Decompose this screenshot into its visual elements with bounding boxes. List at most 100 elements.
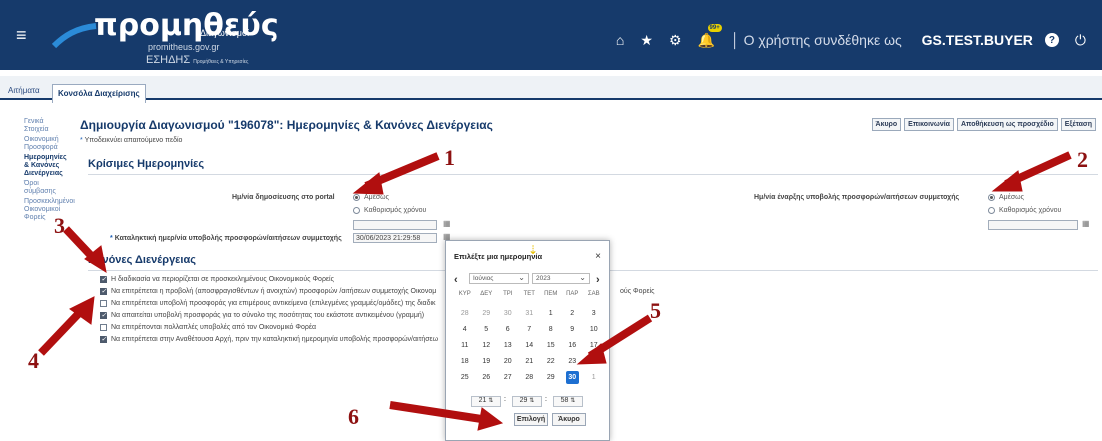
publish-now-option[interactable]: Αμέσως (353, 194, 389, 201)
calendar-day[interactable]: 18 (454, 355, 476, 371)
calendar-day[interactable]: 7 (519, 323, 541, 339)
calendar-day[interactable]: 2 (562, 307, 584, 323)
calendar-day[interactable]: 20 (497, 355, 519, 371)
communication-button[interactable]: Επικοινωνία (904, 118, 954, 131)
tab-requests[interactable]: Αιτήματα (8, 86, 40, 95)
tab-admin-console[interactable]: Κονσόλα Διαχείρισης (52, 84, 146, 103)
brand-logo[interactable]: προμηθεύς (94, 8, 279, 43)
rule-checkbox-1[interactable]: ✓ (100, 276, 107, 283)
publish-set-radio[interactable] (353, 207, 360, 214)
rule-overflow-text: ούς Φορείς (620, 288, 655, 295)
date-picker-dialog: ⇣ Επιλέξτε μια ημερομηνία × ‹ Ιούνιος 20… (445, 240, 610, 441)
user-name: GS.TEST.BUYER (921, 32, 1033, 48)
calendar-day[interactable]: 27 (497, 371, 519, 387)
second-spinner[interactable]: 58 (553, 396, 583, 407)
arrow-4-head (69, 296, 95, 325)
calendar-day[interactable]: 30 (565, 371, 579, 384)
hamburger-icon[interactable]: ≡ (16, 26, 27, 44)
weekday-label: ΣΑΒ (587, 291, 600, 297)
gear-icon[interactable]: ⚙ (669, 32, 682, 49)
calendar-day[interactable]: 17 (583, 339, 605, 355)
calendar-day[interactable]: 26 (476, 371, 498, 387)
next-month-icon[interactable]: › (596, 274, 600, 286)
weekday-header: ΚΥΡ ΔΕΥ ΤΡΙ ΤΕΤ ΠΕΜ ΠΑΡ ΣΑΒ (454, 291, 606, 297)
site-url: promitheus.gov.gr (148, 42, 220, 52)
previous-month-icon[interactable]: ‹ (454, 274, 458, 286)
callout-6: 6 (348, 404, 359, 429)
cancel-button[interactable]: Άκυρο (871, 118, 902, 131)
calendar-day[interactable]: 8 (540, 323, 562, 339)
calendar-day[interactable]: 3 (583, 307, 605, 323)
publish-date-label: Ημ/νία δημοσίευσης στο portal (232, 194, 335, 201)
calendar-day[interactable]: 14 (519, 339, 541, 355)
sidebar-item-dates-rules[interactable]: Ημερομηνίες & Κανόνες Διενέργειας (24, 154, 68, 178)
calendar-day[interactable]: 4 (454, 323, 476, 339)
rule-checkbox-4[interactable]: ✓ (100, 312, 107, 319)
calendar-day[interactable]: 11 (454, 339, 476, 355)
calendar-day[interactable]: 23 (562, 355, 584, 371)
save-draft-button[interactable]: Αποθήκευση ως προσχέδιο (956, 118, 1058, 131)
rule-text-6: Να επιτρέπεται στην Αναθέτουσα Αρχή, πρι… (111, 336, 439, 343)
close-icon[interactable]: × (595, 251, 601, 262)
calendar-day[interactable]: 31 (519, 307, 541, 323)
calendar-day[interactable]: 13 (497, 339, 519, 355)
cancel-date-button[interactable]: Άκυρο (552, 413, 586, 426)
calendar-day[interactable]: 9 (562, 323, 584, 339)
callout-4: 4 (28, 348, 39, 373)
required-star-icon: * (80, 137, 83, 144)
home-icon[interactable]: ⌂ (616, 32, 624, 48)
publish-set-option[interactable]: Καθορισμός χρόνου (353, 207, 426, 214)
calendar-day[interactable]: 12 (476, 339, 498, 355)
calendar-day[interactable]: 15 (540, 339, 562, 355)
rule-checkbox-6[interactable]: ✓ (100, 336, 107, 343)
time-colon: : (504, 396, 506, 403)
arrow-1-head (352, 172, 384, 195)
hour-spinner[interactable]: 21 (471, 396, 501, 407)
minute-spinner[interactable]: 29 (512, 396, 542, 407)
start-date-input[interactable] (988, 220, 1078, 230)
calendar-day[interactable]: 28 (519, 371, 541, 387)
calendar-day[interactable]: 5 (476, 323, 498, 339)
header-icons: ⌂ ★ ⚙ 🔔 99+ │ Ο χρήστης συνδέθηκε ως GS.T… (616, 23, 1102, 50)
calendar-day[interactable]: 21 (519, 355, 541, 371)
sidebar-steps: Γενικά Στοιχεία Οικονομική Προσφορά Ημερ… (24, 118, 75, 224)
bell-icon[interactable]: 🔔 99+ (698, 23, 722, 49)
start-now-option[interactable]: Αμέσως (988, 194, 1024, 201)
publish-now-radio[interactable] (353, 194, 360, 201)
start-set-option[interactable]: Καθορισμός χρόνου (988, 207, 1061, 214)
publish-date-input[interactable] (353, 220, 437, 230)
calendar-day[interactable]: 1 (583, 371, 605, 387)
weekday-label: ΤΕΤ (523, 291, 535, 297)
start-calendar-icon[interactable]: ▦ (1082, 219, 1090, 228)
calendar-day[interactable]: 25 (454, 371, 476, 387)
sidebar-item-general[interactable]: Γενικά Στοιχεία (24, 118, 68, 134)
power-icon[interactable]: ⏻ (1075, 32, 1086, 49)
star-icon[interactable]: ★ (640, 32, 653, 49)
sidebar-item-terms[interactable]: Όροι σύμβασης (24, 180, 68, 196)
calendar-day[interactable]: 29 (476, 307, 498, 323)
select-date-button[interactable]: Επιλογή (514, 413, 548, 426)
calendar-day[interactable]: 29 (540, 371, 562, 387)
start-now-radio[interactable] (988, 194, 995, 201)
calendar-day[interactable]: 24 (583, 355, 605, 371)
rule-checkbox-5[interactable] (100, 324, 107, 331)
calendar-day[interactable]: 30 (497, 307, 519, 323)
deadline-input[interactable]: 30/06/2023 21:29:58 (353, 233, 437, 243)
calendar-day[interactable]: 28 (454, 307, 476, 323)
calendar-day[interactable]: 6 (497, 323, 519, 339)
rule-checkbox-3[interactable] (100, 300, 107, 307)
calendar-day[interactable]: 22 (540, 355, 562, 371)
calendar-day[interactable]: 19 (476, 355, 498, 371)
calendar-day[interactable]: 1 (540, 307, 562, 323)
month-select[interactable]: Ιούνιος (469, 273, 529, 284)
weekday-label: ΤΡΙ (503, 291, 513, 297)
exit-button[interactable]: Εξέταση (1060, 118, 1096, 131)
help-icon[interactable]: ? (1044, 33, 1059, 47)
sidebar-item-financial[interactable]: Οικονομική Προσφορά (24, 136, 68, 152)
year-select[interactable]: 2023 (532, 273, 590, 284)
calendar-day[interactable]: 16 (562, 339, 584, 355)
calendar-icon[interactable]: ▦ (443, 219, 451, 228)
rule-checkbox-2[interactable]: ✓ (100, 288, 107, 295)
calendar-day[interactable]: 10 (583, 323, 605, 339)
start-set-radio[interactable] (988, 207, 995, 214)
